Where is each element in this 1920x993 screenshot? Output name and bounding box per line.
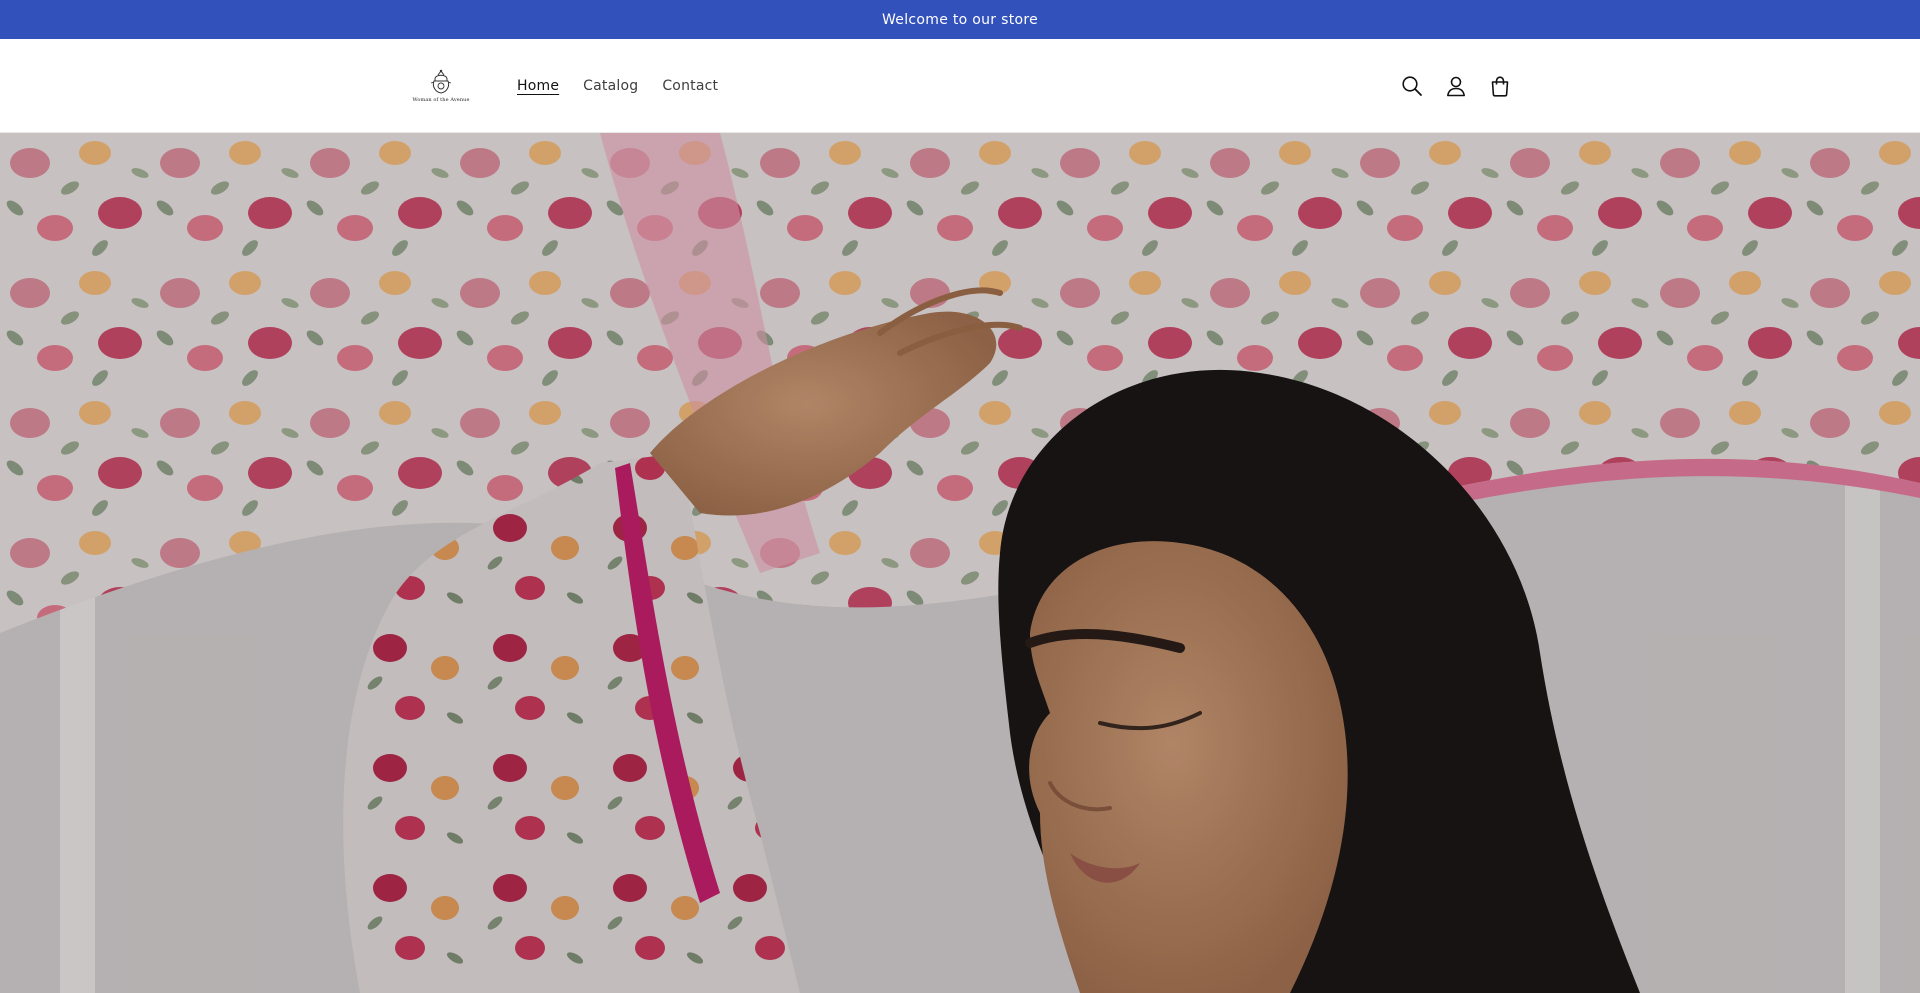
cart-button[interactable] — [1478, 64, 1522, 108]
search-icon — [1402, 75, 1422, 96]
hero-banner — [0, 133, 1920, 993]
cart-icon — [1491, 75, 1509, 97]
hero-overlay — [0, 133, 1920, 993]
header-icons — [1390, 64, 1522, 108]
logo-text: Woman of the Avenue — [412, 97, 470, 103]
nav-item-home[interactable]: Home — [505, 70, 571, 102]
main-nav: Home Catalog Contact — [505, 70, 730, 102]
account-button[interactable] — [1434, 64, 1478, 108]
search-button[interactable] — [1390, 64, 1434, 108]
announcement-bar: Welcome to our store — [0, 0, 1920, 39]
nav-item-catalog[interactable]: Catalog — [571, 70, 650, 102]
announcement-text: Welcome to our store — [881, 11, 1039, 28]
logo-emblem-icon — [430, 69, 452, 94]
store-logo[interactable]: Woman of the Avenue — [407, 56, 475, 116]
account-icon — [1447, 76, 1465, 96]
site-header: Woman of the Avenue Home Catalog Contact — [0, 39, 1920, 133]
nav-item-contact[interactable]: Contact — [650, 70, 730, 102]
